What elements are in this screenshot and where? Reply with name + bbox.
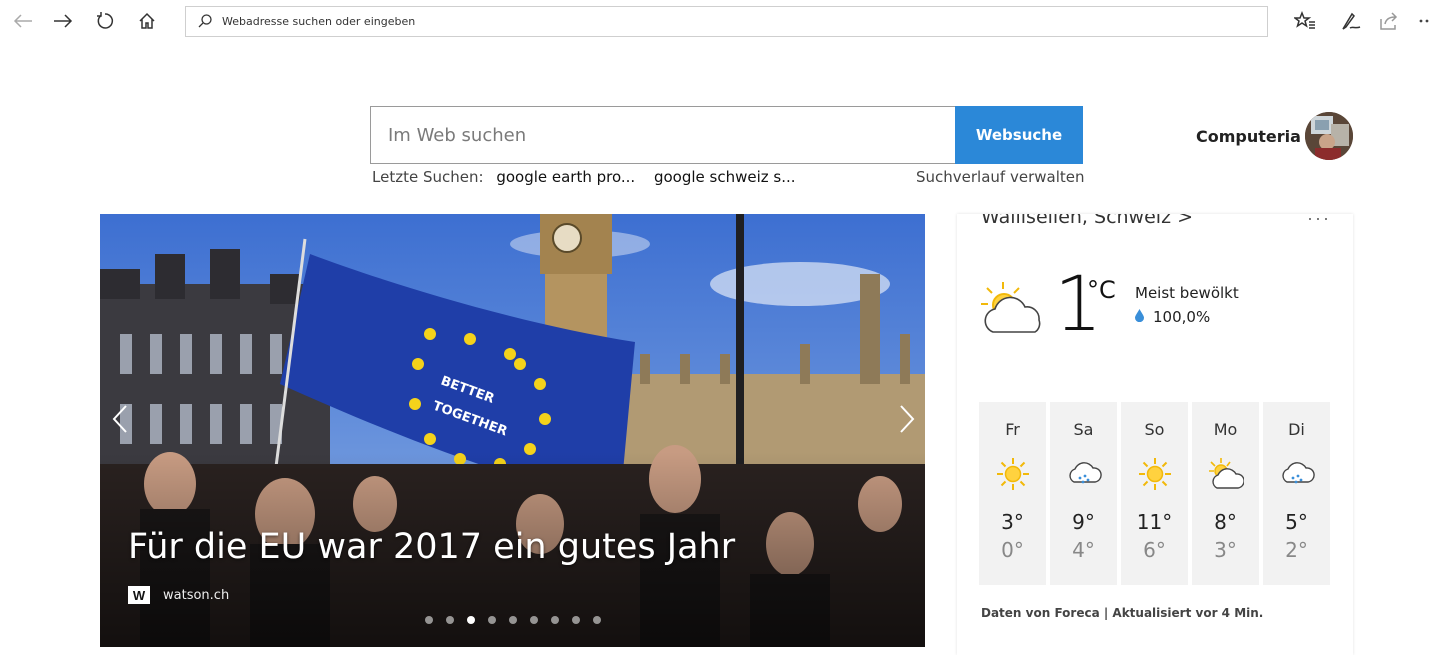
forecast-day[interactable]: Di 5° 2° <box>1263 402 1330 585</box>
carousel-prev-button[interactable] <box>105 399 135 439</box>
weather-more-button[interactable]: ··· <box>1307 214 1331 229</box>
forecast-low: 3° <box>1214 538 1237 562</box>
rain-cloud-icon <box>1066 456 1102 496</box>
address-placeholder: Webadresse suchen oder eingeben <box>222 15 416 28</box>
forecast-high: 3° <box>1001 510 1024 534</box>
forecast-day-name: Sa <box>1073 420 1094 439</box>
browser-toolbar: Webadresse suchen oder eingeben <box>0 0 1430 44</box>
raindrop-icon <box>1135 308 1144 326</box>
news-image: BETTER TOGETHER <box>100 214 925 647</box>
precipitation-value: 100,0% <box>1153 308 1211 326</box>
notes-icon[interactable] <box>1336 6 1366 36</box>
forecast-day[interactable]: Mo 8° 3° <box>1192 402 1259 585</box>
carousel-dot[interactable] <box>446 616 454 624</box>
carousel-indicators <box>425 616 614 624</box>
carousel-dot[interactable] <box>425 616 433 624</box>
forecast-day[interactable]: Fr 3° 0° <box>979 402 1046 585</box>
sun-icon <box>995 456 1031 496</box>
forecast-low: 0° <box>1001 538 1024 562</box>
favorites-icon[interactable] <box>1290 6 1320 36</box>
recent-search-item[interactable]: google earth pro... <box>496 168 635 186</box>
avatar[interactable] <box>1305 112 1353 160</box>
forecast-low: 2° <box>1285 538 1308 562</box>
recent-search-item[interactable]: google schweiz s... <box>654 168 796 186</box>
forward-icon[interactable] <box>48 6 78 36</box>
carousel-next-button[interactable] <box>892 399 922 439</box>
recent-searches-label: Letzte Suchen: <box>372 168 484 186</box>
weather-condition: Meist bewölkt <box>1135 284 1239 302</box>
forecast-day-name: Fr <box>1005 420 1020 439</box>
forecast: Fr 3° 0° Sa 9° 4° So 11° 6° Mo 8° 3° Di … <box>979 402 1330 585</box>
forecast-day[interactable]: Sa 9° 4° <box>1050 402 1117 585</box>
carousel-dot[interactable] <box>530 616 538 624</box>
news-carousel[interactable]: BETTER TOGETHER Für die EU war 2017 ein … <box>100 214 925 647</box>
forecast-day-name: Mo <box>1213 420 1238 439</box>
refresh-icon[interactable] <box>90 6 120 36</box>
forecast-day-name: Di <box>1288 420 1305 439</box>
carousel-dot-active[interactable] <box>467 616 475 624</box>
forecast-high: 5° <box>1285 510 1308 534</box>
source-logo: W <box>128 586 150 604</box>
address-bar[interactable]: Webadresse suchen oder eingeben <box>185 6 1268 37</box>
carousel-dot[interactable] <box>551 616 559 624</box>
source-name: watson.ch <box>163 587 230 603</box>
news-headline[interactable]: Für die EU war 2017 ein gutes Jahr <box>128 527 735 567</box>
forecast-high: 9° <box>1072 510 1095 534</box>
search-placeholder: Im Web suchen <box>388 125 527 146</box>
forecast-low: 4° <box>1072 538 1095 562</box>
temperature-unit-toggle[interactable]: °C <box>1087 276 1116 304</box>
recent-searches: Letzte Suchen: google earth pro... googl… <box>372 168 796 186</box>
websearch-button[interactable]: Websuche <box>955 106 1083 164</box>
forecast-high: 8° <box>1214 510 1237 534</box>
more-icon[interactable] <box>1412 6 1430 36</box>
carousel-dot[interactable] <box>509 616 517 624</box>
precipitation: 100,0% <box>1135 308 1210 326</box>
user-name[interactable]: Computeria <box>1196 127 1301 146</box>
weather-footer[interactable]: Daten von Foreca | Aktualisiert vor 4 Mi… <box>981 606 1263 620</box>
carousel-dot[interactable] <box>593 616 601 624</box>
rain-cloud-icon <box>1279 456 1315 496</box>
carousel-dot[interactable] <box>572 616 580 624</box>
news-source[interactable]: W watson.ch <box>128 586 229 604</box>
partly-cloudy-icon <box>979 280 1049 341</box>
back-icon[interactable] <box>8 6 38 36</box>
share-icon[interactable] <box>1374 6 1404 36</box>
forecast-day[interactable]: So 11° 6° <box>1121 402 1188 585</box>
weather-card: Wallisellen, Schweiz > ··· 1 °C Meist be… <box>957 214 1353 655</box>
forecast-low: 6° <box>1143 538 1166 562</box>
search-icon <box>198 14 212 33</box>
weather-location-link[interactable]: Wallisellen, Schweiz > <box>981 214 1193 228</box>
web-search-input[interactable]: Im Web suchen <box>370 106 955 164</box>
home-icon[interactable] <box>132 6 162 36</box>
carousel-dot[interactable] <box>488 616 496 624</box>
forecast-high: 11° <box>1136 510 1173 534</box>
sun-icon <box>1137 456 1173 496</box>
forecast-day-name: So <box>1144 420 1165 439</box>
manage-search-history-link[interactable]: Suchverlauf verwalten <box>916 168 1085 186</box>
partly-cloudy-icon <box>1208 456 1245 496</box>
